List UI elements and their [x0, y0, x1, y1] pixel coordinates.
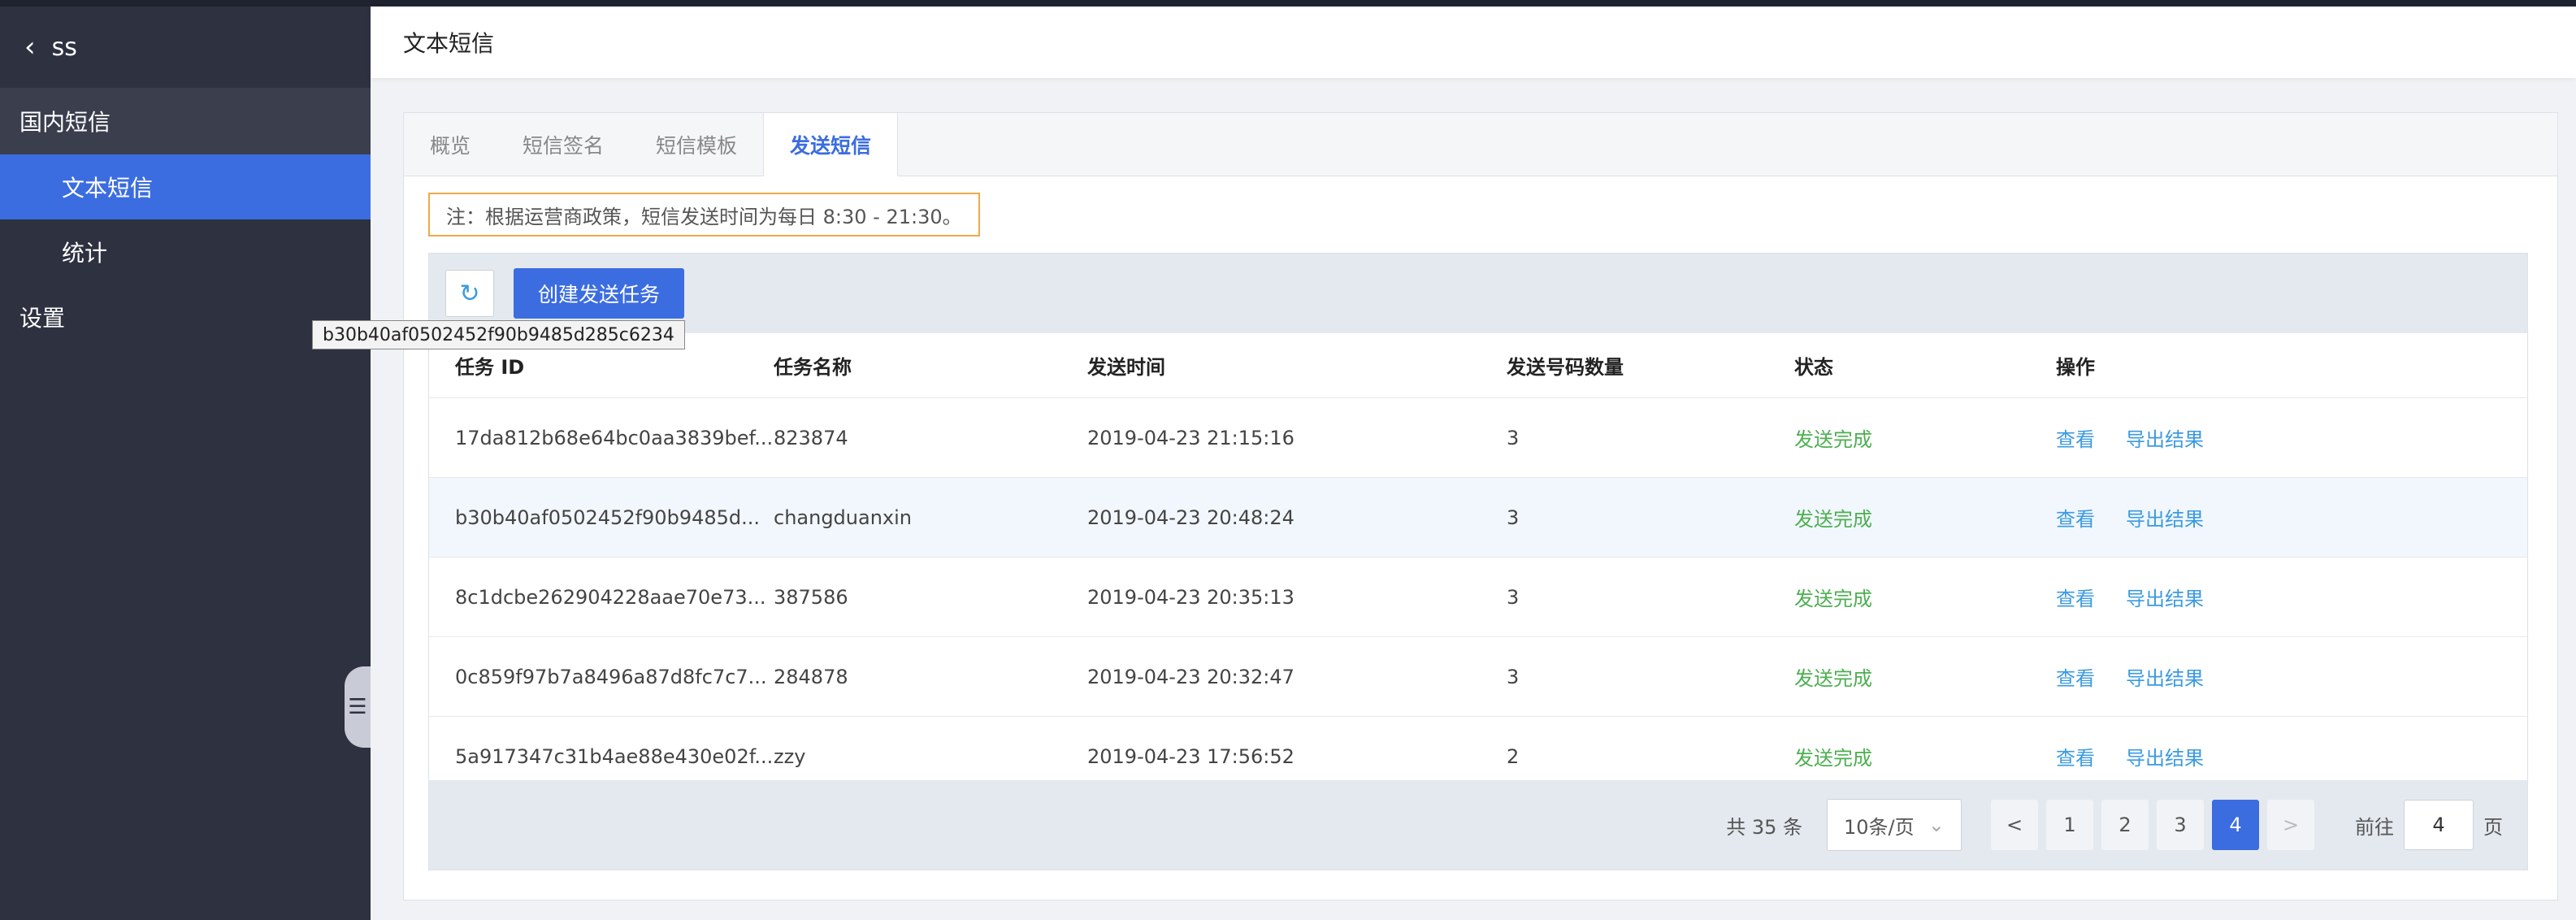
column-header: 状态: [1794, 356, 1833, 379]
tab-templates[interactable]: 短信模板: [630, 113, 763, 176]
page-title: 文本短信: [371, 7, 2576, 78]
send-time-cell: 2019-04-23 20:32:47: [1087, 665, 1295, 688]
send-time-cell: 2019-04-23 21:15:16: [1087, 426, 1295, 449]
table-header: 任务 ID 任务名称 发送时间 发送号码数量 状态 操作: [429, 333, 2527, 398]
sidebar-item-text-sms[interactable]: 文本短信: [0, 154, 371, 219]
sidebar: ‹ ss 国内短信 文本短信 统计 设置: [0, 7, 371, 920]
page-size-value: 10条/页: [1844, 815, 1915, 839]
page-button-3[interactable]: 3: [2157, 800, 2204, 850]
number-count-cell: 3: [1507, 665, 1520, 688]
goto-label: 前往: [2355, 815, 2394, 839]
task-name-cell: 387586: [774, 585, 848, 609]
column-header: 发送号码数量: [1507, 356, 1624, 379]
menu-collapse-icon[interactable]: ☰: [345, 666, 371, 748]
top-bar: [0, 0, 2576, 7]
send-time-cell: 2019-04-23 20:48:24: [1087, 506, 1295, 529]
status-cell: 发送完成: [1794, 508, 1872, 531]
create-task-button[interactable]: 创建发送任务: [514, 268, 685, 319]
task-name-cell: 823874: [774, 426, 848, 449]
table-row: b30b40af0502452f90b9485d... changduanxin…: [429, 478, 2527, 558]
view-link[interactable]: 查看: [2056, 662, 2095, 691]
sidebar-group-domestic-sms[interactable]: 国内短信: [0, 88, 371, 154]
task-id-cell: 5a917347c31b4ae88e430e02f...: [455, 744, 774, 768]
number-count-cell: 2: [1507, 744, 1520, 768]
table-toolbar: ↻ 创建发送任务: [429, 254, 2527, 333]
task-name-cell: 284878: [774, 665, 848, 688]
task-id-cell: b30b40af0502452f90b9485d...: [455, 506, 761, 529]
goto-page-input[interactable]: 4: [2404, 800, 2474, 850]
total-count: 共 35 条: [1726, 815, 1802, 839]
number-count-cell: 3: [1507, 585, 1520, 609]
page-button-1[interactable]: 1: [2046, 800, 2093, 850]
column-header: 操作: [2056, 356, 2095, 379]
export-result-link[interactable]: 导出结果: [2126, 662, 2204, 691]
next-page-button[interactable]: >: [2267, 800, 2314, 850]
task-table: ↻ 创建发送任务 任务 ID 任务名称 发送时间 发送号码数量 状态 操作 17…: [428, 253, 2528, 870]
page-size-select[interactable]: 10条/页 ⌄: [1827, 799, 1962, 851]
page-jump: 前往 4 页: [2355, 800, 2503, 850]
tab-signatures[interactable]: 短信签名: [497, 113, 630, 176]
content-card: 概览 短信签名 短信模板 发送短信 注：根据运营商政策，短信发送时间为每日 8:…: [403, 112, 2558, 900]
column-header: 任务名称: [774, 356, 852, 379]
view-link[interactable]: 查看: [2056, 742, 2095, 770]
table-row: 17da812b68e64bc0aa3839bef... 823874 2019…: [429, 398, 2527, 478]
send-time-cell: 2019-04-23 20:35:13: [1087, 585, 1295, 609]
export-result-link[interactable]: 导出结果: [2126, 583, 2204, 611]
task-id-tooltip: b30b40af0502452f90b9485d285c6234: [312, 320, 685, 349]
chevron-left-icon[interactable]: ‹: [24, 31, 36, 63]
task-id-cell: 0c859f97b7a8496a87d8fc7c7...: [455, 665, 767, 688]
table-row: 8c1dcbe262904228aae70e73... 387586 2019-…: [429, 558, 2527, 637]
column-header: 发送时间: [1087, 356, 1165, 379]
prev-page-button[interactable]: <: [1991, 800, 2038, 850]
status-cell: 发送完成: [1794, 667, 1872, 690]
tab-overview[interactable]: 概览: [404, 113, 497, 176]
main-content: 文本短信 概览 短信签名 短信模板 发送短信 注：根据运营商政策，短信发送时间为…: [371, 7, 2576, 920]
actions-cell: 查看 导出结果: [2056, 423, 2527, 452]
send-time-cell: 2019-04-23 17:56:52: [1087, 744, 1295, 768]
actions-cell: 查看 导出结果: [2056, 583, 2527, 611]
page-button-2[interactable]: 2: [2101, 800, 2149, 850]
chevron-down-icon: ⌄: [1928, 814, 1945, 836]
status-cell: 发送完成: [1794, 588, 1872, 610]
status-cell: 发送完成: [1794, 428, 1872, 451]
actions-cell: 查看 导出结果: [2056, 503, 2527, 532]
sidebar-item-statistics[interactable]: 统计: [0, 219, 371, 284]
goto-suffix: 页: [2483, 815, 2503, 839]
tab-send-sms[interactable]: 发送短信: [763, 113, 899, 176]
task-id-cell: 8c1dcbe262904228aae70e73...: [455, 585, 766, 609]
export-result-link[interactable]: 导出结果: [2126, 742, 2204, 770]
sidebar-header[interactable]: ‹ ss: [0, 7, 371, 88]
view-link[interactable]: 查看: [2056, 503, 2095, 532]
export-result-link[interactable]: 导出结果: [2126, 503, 2204, 532]
number-count-cell: 3: [1507, 506, 1520, 529]
task-id-cell: 17da812b68e64bc0aa3839bef...: [455, 426, 774, 449]
refresh-button[interactable]: ↻: [445, 270, 494, 317]
status-cell: 发送完成: [1794, 747, 1872, 770]
export-result-link[interactable]: 导出结果: [2126, 423, 2204, 452]
view-link[interactable]: 查看: [2056, 423, 2095, 452]
actions-cell: 查看 导出结果: [2056, 662, 2527, 691]
view-link[interactable]: 查看: [2056, 583, 2095, 611]
actions-cell: 查看 导出结果: [2056, 742, 2527, 770]
table-row: 0c859f97b7a8496a87d8fc7c7... 284878 2019…: [429, 637, 2527, 717]
number-count-cell: 3: [1507, 426, 1520, 449]
refresh-icon: ↻: [459, 279, 480, 308]
task-name-cell: zzy: [774, 744, 806, 768]
pagination: 共 35 条 10条/页 ⌄ < 1 2 3 4 > 前往 4 页: [429, 780, 2527, 870]
task-name-cell: changduanxin: [774, 506, 913, 529]
page-button-4[interactable]: 4: [2212, 800, 2259, 850]
column-header: 任务 ID: [455, 356, 525, 379]
app-name: ss: [51, 33, 77, 62]
tab-bar: 概览 短信签名 短信模板 发送短信: [404, 113, 2557, 176]
send-time-notice: 注：根据运营商政策，短信发送时间为每日 8:30 - 21:30。: [428, 193, 980, 237]
